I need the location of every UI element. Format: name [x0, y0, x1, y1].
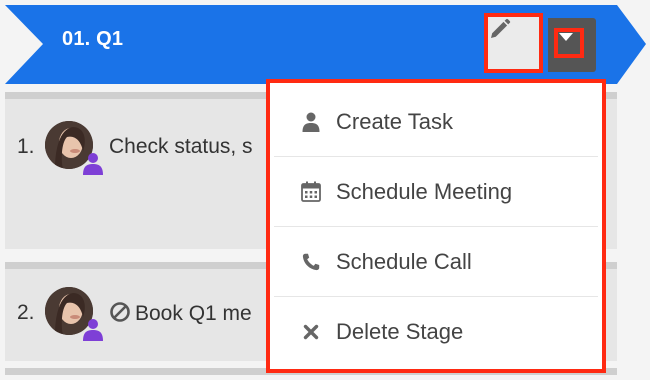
calendar-icon — [300, 181, 322, 203]
menu-item-create-task[interactable]: Create Task — [274, 87, 598, 157]
menu-item-label: Schedule Meeting — [336, 178, 513, 204]
task-row: 2. Book Q1 me — [17, 287, 252, 341]
task-title-text: Book Q1 me — [135, 301, 252, 325]
person-icon — [83, 319, 103, 341]
stage-actions-menu: Create Task Schedule Meeting Schedule Ca… — [266, 79, 606, 373]
avatar[interactable] — [45, 287, 103, 341]
stage-title: 01. Q1 — [62, 28, 124, 50]
menu-item-delete-stage[interactable]: Delete Stage — [274, 297, 598, 367]
menu-item-label: Delete Stage — [336, 319, 464, 344]
pencil-icon — [491, 18, 511, 38]
phone-icon — [300, 251, 322, 273]
caret-down-icon — [559, 33, 573, 41]
task-title[interactable]: Check status, s — [109, 135, 253, 159]
ban-icon — [110, 301, 130, 322]
menu-item-label: Create Task — [336, 108, 453, 134]
task-number: 2. — [17, 301, 35, 324]
page: 01. Q1 1. Check status, s 2. Book Q1 me … — [0, 0, 650, 380]
menu-item-schedule-meeting[interactable]: Schedule Meeting — [274, 157, 598, 227]
menu-list: Create Task Schedule Meeting Schedule Ca… — [274, 87, 598, 365]
stage-header: 01. Q1 — [0, 0, 650, 84]
menu-item-schedule-call[interactable]: Schedule Call — [274, 227, 598, 297]
task-number: 1. — [17, 135, 35, 158]
close-icon — [300, 321, 322, 343]
stage-menu-button[interactable] — [548, 18, 596, 72]
person-icon — [300, 111, 322, 133]
task-title[interactable]: Book Q1 me — [109, 301, 252, 326]
menu-item-label: Schedule Call — [336, 248, 472, 274]
stage-menu-toggle[interactable] — [554, 28, 584, 58]
avatar[interactable] — [45, 121, 103, 175]
edit-stage-button[interactable] — [484, 13, 543, 73]
person-icon — [83, 153, 103, 175]
task-row: 1. Check status, s — [17, 121, 253, 175]
